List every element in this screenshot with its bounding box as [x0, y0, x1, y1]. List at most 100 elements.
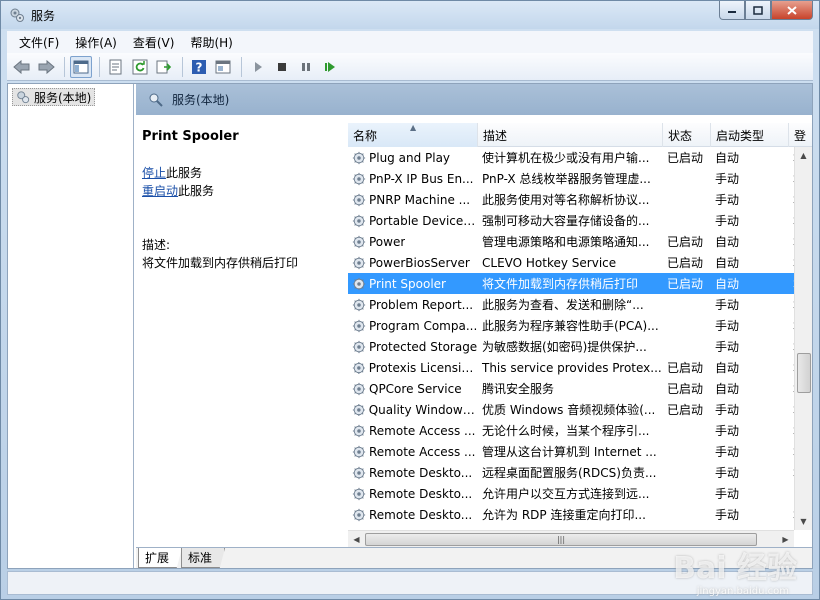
- table-row[interactable]: Remote Deskto...允许用户以交互方式连接到远...手动网: [348, 483, 794, 504]
- services-list: ▲ 名称 描述 状态 启动类型 登 Plug and Play 使计算机在极少或没…: [348, 123, 812, 547]
- service-status: 已启动: [667, 235, 704, 249]
- service-gear-icon: [352, 403, 365, 416]
- menu-file[interactable]: 文件(F): [11, 34, 67, 51]
- stop-service-icon: [278, 62, 286, 71]
- table-row[interactable]: Remote Deskto...允许为 RDP 连接重定向打印...手动本: [348, 504, 794, 525]
- table-row[interactable]: Plug and Play使计算机在极少或没有用户输...已启动自动本: [348, 147, 794, 168]
- service-startup-type: 手动: [715, 487, 740, 501]
- service-gear-icon: [352, 382, 366, 395]
- table-row[interactable]: Remote Access ... 管理从这台计算机到 Internet ... 手…: [348, 441, 794, 462]
- vertical-scrollbar[interactable]: ▲ ▼: [794, 147, 812, 530]
- main-area: 服务(本地) 服务(本地) Print Spooler 停止此服务 重启动此服务…: [7, 83, 813, 569]
- pause-service-button[interactable]: [295, 56, 317, 78]
- scroll-up-arrow-icon[interactable]: ▲: [795, 147, 812, 164]
- column-header-name[interactable]: ▲ 名称: [348, 123, 478, 147]
- service-startup-type: 手动: [715, 193, 740, 207]
- scroll-down-arrow-icon[interactable]: ▼: [795, 513, 812, 530]
- menu-help[interactable]: 帮助(H): [182, 34, 240, 51]
- selected-service-name: Print Spooler: [142, 129, 239, 144]
- column-header-logon-as[interactable]: 登: [789, 123, 806, 147]
- service-gear-icon: [352, 361, 365, 374]
- content-header-title: 服务(本地): [172, 93, 230, 107]
- service-name-cell: Portable Device ...: [348, 214, 478, 228]
- service-name: Remote Access ...: [369, 423, 476, 438]
- title-bar[interactable]: 服务: [1, 1, 819, 29]
- service-description: 使计算机在极少或没有用户输...: [482, 151, 650, 165]
- list-rows: Plug and Play使计算机在极少或没有用户输...已启动自动本PnP-X…: [348, 147, 794, 525]
- tab-standard[interactable]: 标准: [181, 548, 226, 568]
- maximize-button[interactable]: [745, 1, 771, 20]
- table-row[interactable]: QPCore Service腾讯安全服务已启动自动本: [348, 378, 794, 399]
- table-row[interactable]: PnP-X IP Bus En...PnP-X 总线枚举器服务管理虚...手动本: [348, 168, 794, 189]
- properties-button[interactable]: [105, 56, 127, 78]
- show-console-tree-button[interactable]: [70, 55, 92, 78]
- column-header-startup-type[interactable]: 启动类型: [711, 123, 789, 147]
- vertical-scroll-thumb[interactable]: [797, 353, 811, 393]
- stop-service-button[interactable]: [271, 56, 293, 78]
- maximize-icon: [753, 5, 763, 15]
- table-row[interactable]: Quality Windows... 优质 Windows 音频视频体验(... 已…: [348, 399, 794, 420]
- forward-button[interactable]: [35, 56, 57, 78]
- table-row[interactable]: Program Compa...此服务为程序兼容性助手(PCA)...手动本: [348, 315, 794, 336]
- table-row[interactable]: Remote Deskto...远程桌面配置服务(RDCS)负责...手动本: [348, 462, 794, 483]
- toolbar: ?: [7, 53, 813, 81]
- search-gear-icon: [149, 93, 163, 107]
- restart-service-link[interactable]: 重启动: [142, 184, 178, 198]
- restart-service-suffix: 此服务: [178, 184, 215, 198]
- description-text: 将文件加载到内存供稍后打印: [142, 256, 299, 270]
- service-description: 此服务为程序兼容性助手(PCA)...: [482, 319, 659, 333]
- help-button[interactable]: ?: [188, 56, 210, 78]
- tree-node-services-local[interactable]: 服务(本地): [12, 88, 96, 106]
- table-row[interactable]: Remote Access ...无论什么时候，当某个程序引...手动本: [348, 420, 794, 441]
- table-row[interactable]: Protexis Licensin... This service provide…: [348, 357, 794, 378]
- stop-service-link[interactable]: 停止: [142, 166, 166, 180]
- menu-view[interactable]: 查看(V): [125, 34, 183, 51]
- tab-extended[interactable]: 扩展: [138, 548, 183, 568]
- service-gear-icon: [352, 172, 366, 185]
- close-button[interactable]: [771, 1, 813, 20]
- service-name: Power: [369, 234, 406, 249]
- window-controls: [719, 1, 813, 21]
- stop-service-line: 停止此服务: [142, 164, 336, 180]
- service-name-cell: Remote Deskto...: [348, 487, 478, 501]
- minimize-button[interactable]: [719, 1, 745, 20]
- service-name-cell: Print Spooler: [348, 277, 478, 291]
- refresh-button[interactable]: [129, 56, 151, 78]
- table-row[interactable]: Print Spooler将文件加载到内存供稍后打印已启动自动本: [348, 273, 794, 294]
- back-button[interactable]: [11, 56, 33, 78]
- service-startup-type: 自动: [715, 151, 740, 165]
- service-name-cell: Problem Report...: [348, 298, 478, 312]
- service-detail-panel: Print Spooler 停止此服务 重启动此服务 描述: 将文件加载到内存供…: [136, 115, 342, 547]
- table-row[interactable]: PNRP Machine ...此服务使用对等名称解析协议...手动本: [348, 189, 794, 210]
- service-gear-icon: [352, 487, 366, 500]
- service-description: 强制可移动大容量存储设备的...: [482, 214, 650, 228]
- service-status: 已启动: [667, 403, 704, 417]
- service-name-cell: Program Compa...: [348, 319, 478, 333]
- menu-action[interactable]: 操作(A): [67, 34, 125, 51]
- export-list-button[interactable]: [153, 56, 175, 78]
- service-description: CLEVO Hotkey Service: [482, 255, 617, 270]
- service-name: Protected Storage: [369, 339, 478, 354]
- restart-service-button[interactable]: [319, 56, 341, 78]
- scroll-left-arrow-icon[interactable]: ◀: [348, 531, 365, 547]
- service-startup-type: 手动: [715, 403, 740, 417]
- service-name: Remote Deskto...: [369, 465, 473, 480]
- table-row[interactable]: Problem Report...此服务为查看、发送和删除“...手动本: [348, 294, 794, 315]
- table-row[interactable]: Portable Device ...强制可移动大容量存储设备的...手动本: [348, 210, 794, 231]
- service-name-cell: Quality Windows...: [348, 403, 478, 417]
- service-name: Remote Deskto...: [369, 507, 473, 522]
- start-service-button[interactable]: [247, 56, 269, 78]
- column-header-description[interactable]: 描述: [478, 123, 663, 147]
- service-name: PowerBiosServer: [369, 255, 470, 270]
- service-startup-type: 自动: [715, 277, 740, 291]
- table-row[interactable]: Protected Storage为敏感数据(如密码)提供保护...手动本: [348, 336, 794, 357]
- service-gear-icon: [352, 214, 366, 227]
- service-name: Remote Deskto...: [369, 486, 473, 501]
- service-startup-type: 手动: [715, 445, 740, 459]
- table-row[interactable]: PowerBiosServer CLEVO Hotkey Service 已启动 自动…: [348, 252, 794, 273]
- view-button[interactable]: [212, 56, 234, 78]
- service-description: 无论什么时候，当某个程序引...: [482, 424, 650, 438]
- column-header-status[interactable]: 状态: [663, 123, 711, 147]
- refresh-icon: [132, 59, 148, 74]
- table-row[interactable]: Power管理电源策略和电源策略通知...已启动自动本: [348, 231, 794, 252]
